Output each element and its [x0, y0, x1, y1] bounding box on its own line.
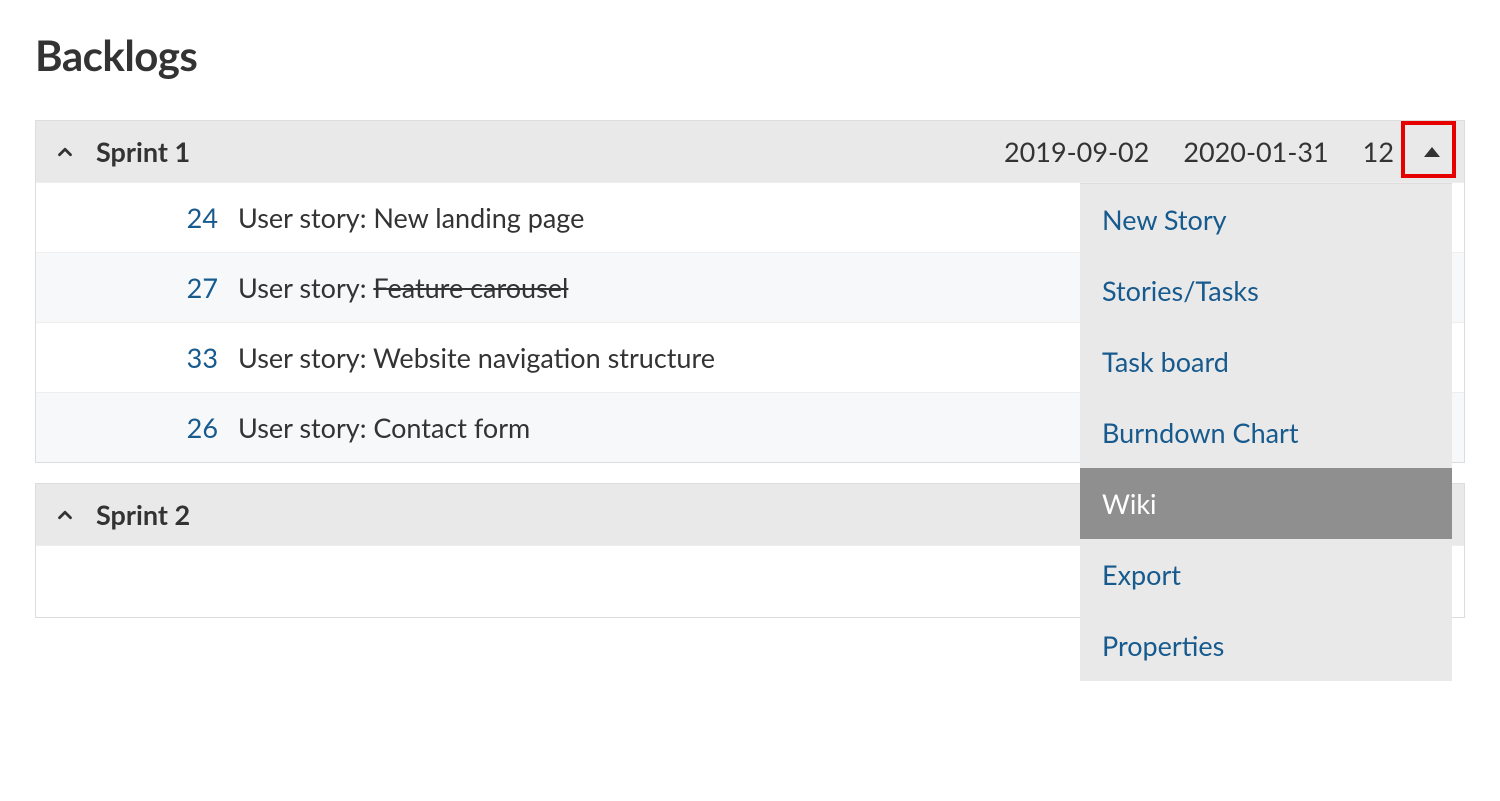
menu-item-task-board[interactable]: Task board	[1080, 326, 1452, 397]
story-id[interactable]: 24	[168, 201, 218, 234]
story-title-text: Website navigation structure	[373, 341, 715, 374]
menu-item-properties[interactable]: Properties	[1080, 610, 1452, 681]
chevron-up-icon	[54, 504, 76, 526]
page-title: Backlogs	[35, 30, 1465, 80]
menu-item-stories-tasks[interactable]: Stories/Tasks	[1080, 255, 1452, 326]
story-title-text: Contact form	[373, 411, 530, 444]
story-prefix: User story:	[238, 201, 373, 234]
story-id[interactable]: 26	[168, 411, 218, 444]
story-id[interactable]: 27	[168, 271, 218, 304]
sprint-actions-menu: New Story Stories/Tasks Task board Burnd…	[1080, 183, 1452, 681]
story-title-text: Feature carousel	[373, 271, 568, 304]
story-prefix: User story:	[238, 411, 373, 444]
story-id[interactable]: 33	[168, 341, 218, 374]
sprint-name: Sprint 1	[96, 135, 984, 168]
story-prefix: User story:	[238, 341, 373, 374]
chevron-up-icon	[54, 141, 76, 163]
triangle-up-icon	[1424, 147, 1440, 157]
menu-item-new-story[interactable]: New Story	[1080, 184, 1452, 255]
sprint-start-date: 2019-09-02	[1004, 135, 1149, 168]
menu-item-wiki[interactable]: Wiki	[1080, 468, 1452, 539]
sprint-menu-toggle[interactable]	[1418, 138, 1446, 166]
menu-item-burndown-chart[interactable]: Burndown Chart	[1080, 397, 1452, 468]
story-prefix: User story:	[238, 271, 373, 304]
story-title-text: New landing page	[373, 201, 584, 234]
menu-item-export[interactable]: Export	[1080, 539, 1452, 610]
sprints-container: Sprint 1 2019-09-02 2020-01-31 12 24 Use…	[35, 120, 1465, 618]
sprint-header[interactable]: Sprint 1 2019-09-02 2020-01-31 12	[36, 121, 1464, 182]
sprint-points: 12	[1363, 135, 1394, 168]
sprint-end-date: 2020-01-31	[1183, 135, 1328, 168]
